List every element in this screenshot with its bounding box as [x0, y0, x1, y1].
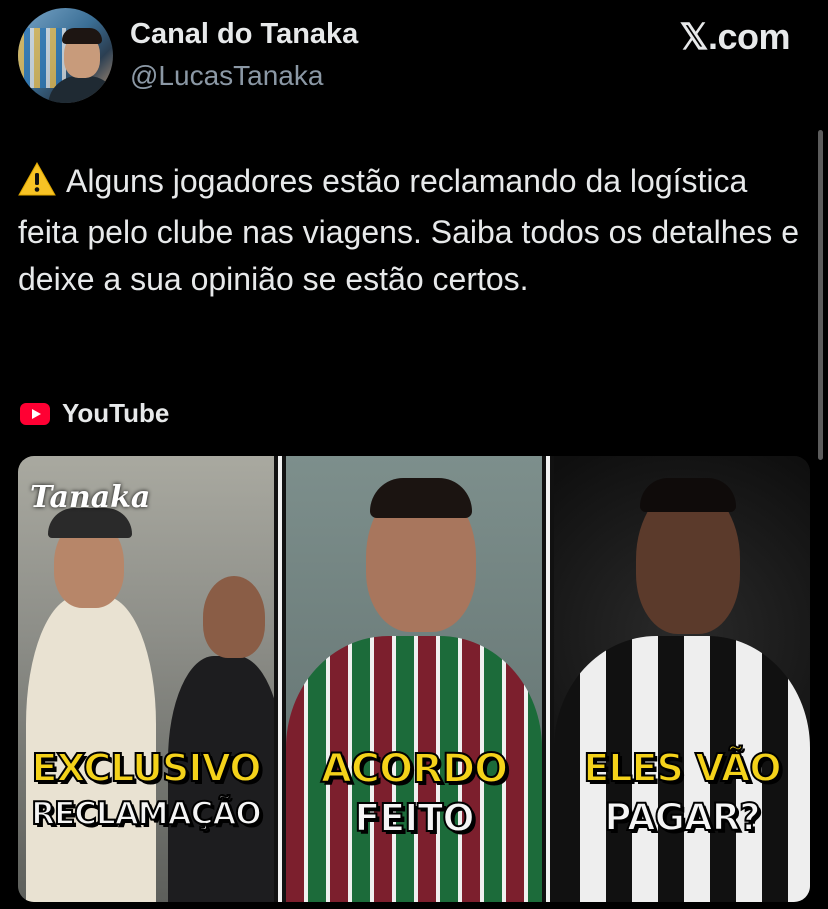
- avatar-hair: [62, 28, 102, 44]
- warning-icon: [18, 161, 56, 209]
- source-label: YouTube: [62, 398, 170, 428]
- x-logo: 𝕏.com: [679, 16, 790, 57]
- avatar[interactable]: [18, 8, 113, 103]
- thumbnail-panel-exclusivo: Tanaka EXCLUSIVO RECLAMAÇÃO: [18, 456, 274, 902]
- author-display-name[interactable]: Canal do Tanaka: [130, 18, 358, 51]
- tweet-text: Alguns jogadores estão reclamando da log…: [18, 158, 808, 303]
- tweet-body: Alguns jogadores estão reclamando da log…: [18, 163, 799, 297]
- thumbnail-panel-eles-vao: ELES VÃO PAGAR?: [554, 456, 810, 902]
- video-thumbnail[interactable]: Tanaka EXCLUSIVO RECLAMAÇÃO ACORDO FEITO…: [18, 456, 810, 902]
- player-head: [203, 576, 265, 658]
- youtube-icon: [20, 402, 50, 425]
- caption-line-1: ACORDO: [320, 745, 509, 793]
- player-hair: [370, 478, 472, 518]
- caption-line-1: ELES VÃO: [582, 745, 782, 791]
- panel-divider: [278, 456, 282, 902]
- caption-line-2: RECLAMAÇÃO: [30, 795, 262, 833]
- avatar-background: [18, 28, 66, 88]
- player-hair: [640, 478, 736, 512]
- panel-divider: [546, 456, 550, 902]
- caption-line-2: FEITO: [353, 795, 475, 841]
- link-source[interactable]: YouTube: [20, 398, 169, 429]
- tanaka-logo: Tanaka: [30, 480, 151, 515]
- caption-line-2: PAGAR?: [603, 795, 761, 840]
- author-handle[interactable]: @LucasTanaka: [130, 60, 323, 92]
- scrollbar[interactable]: [818, 130, 823, 460]
- thumbnail-panel-acordo: ACORDO FEITO: [286, 456, 542, 902]
- caption-line-1: EXCLUSIVO: [30, 745, 262, 791]
